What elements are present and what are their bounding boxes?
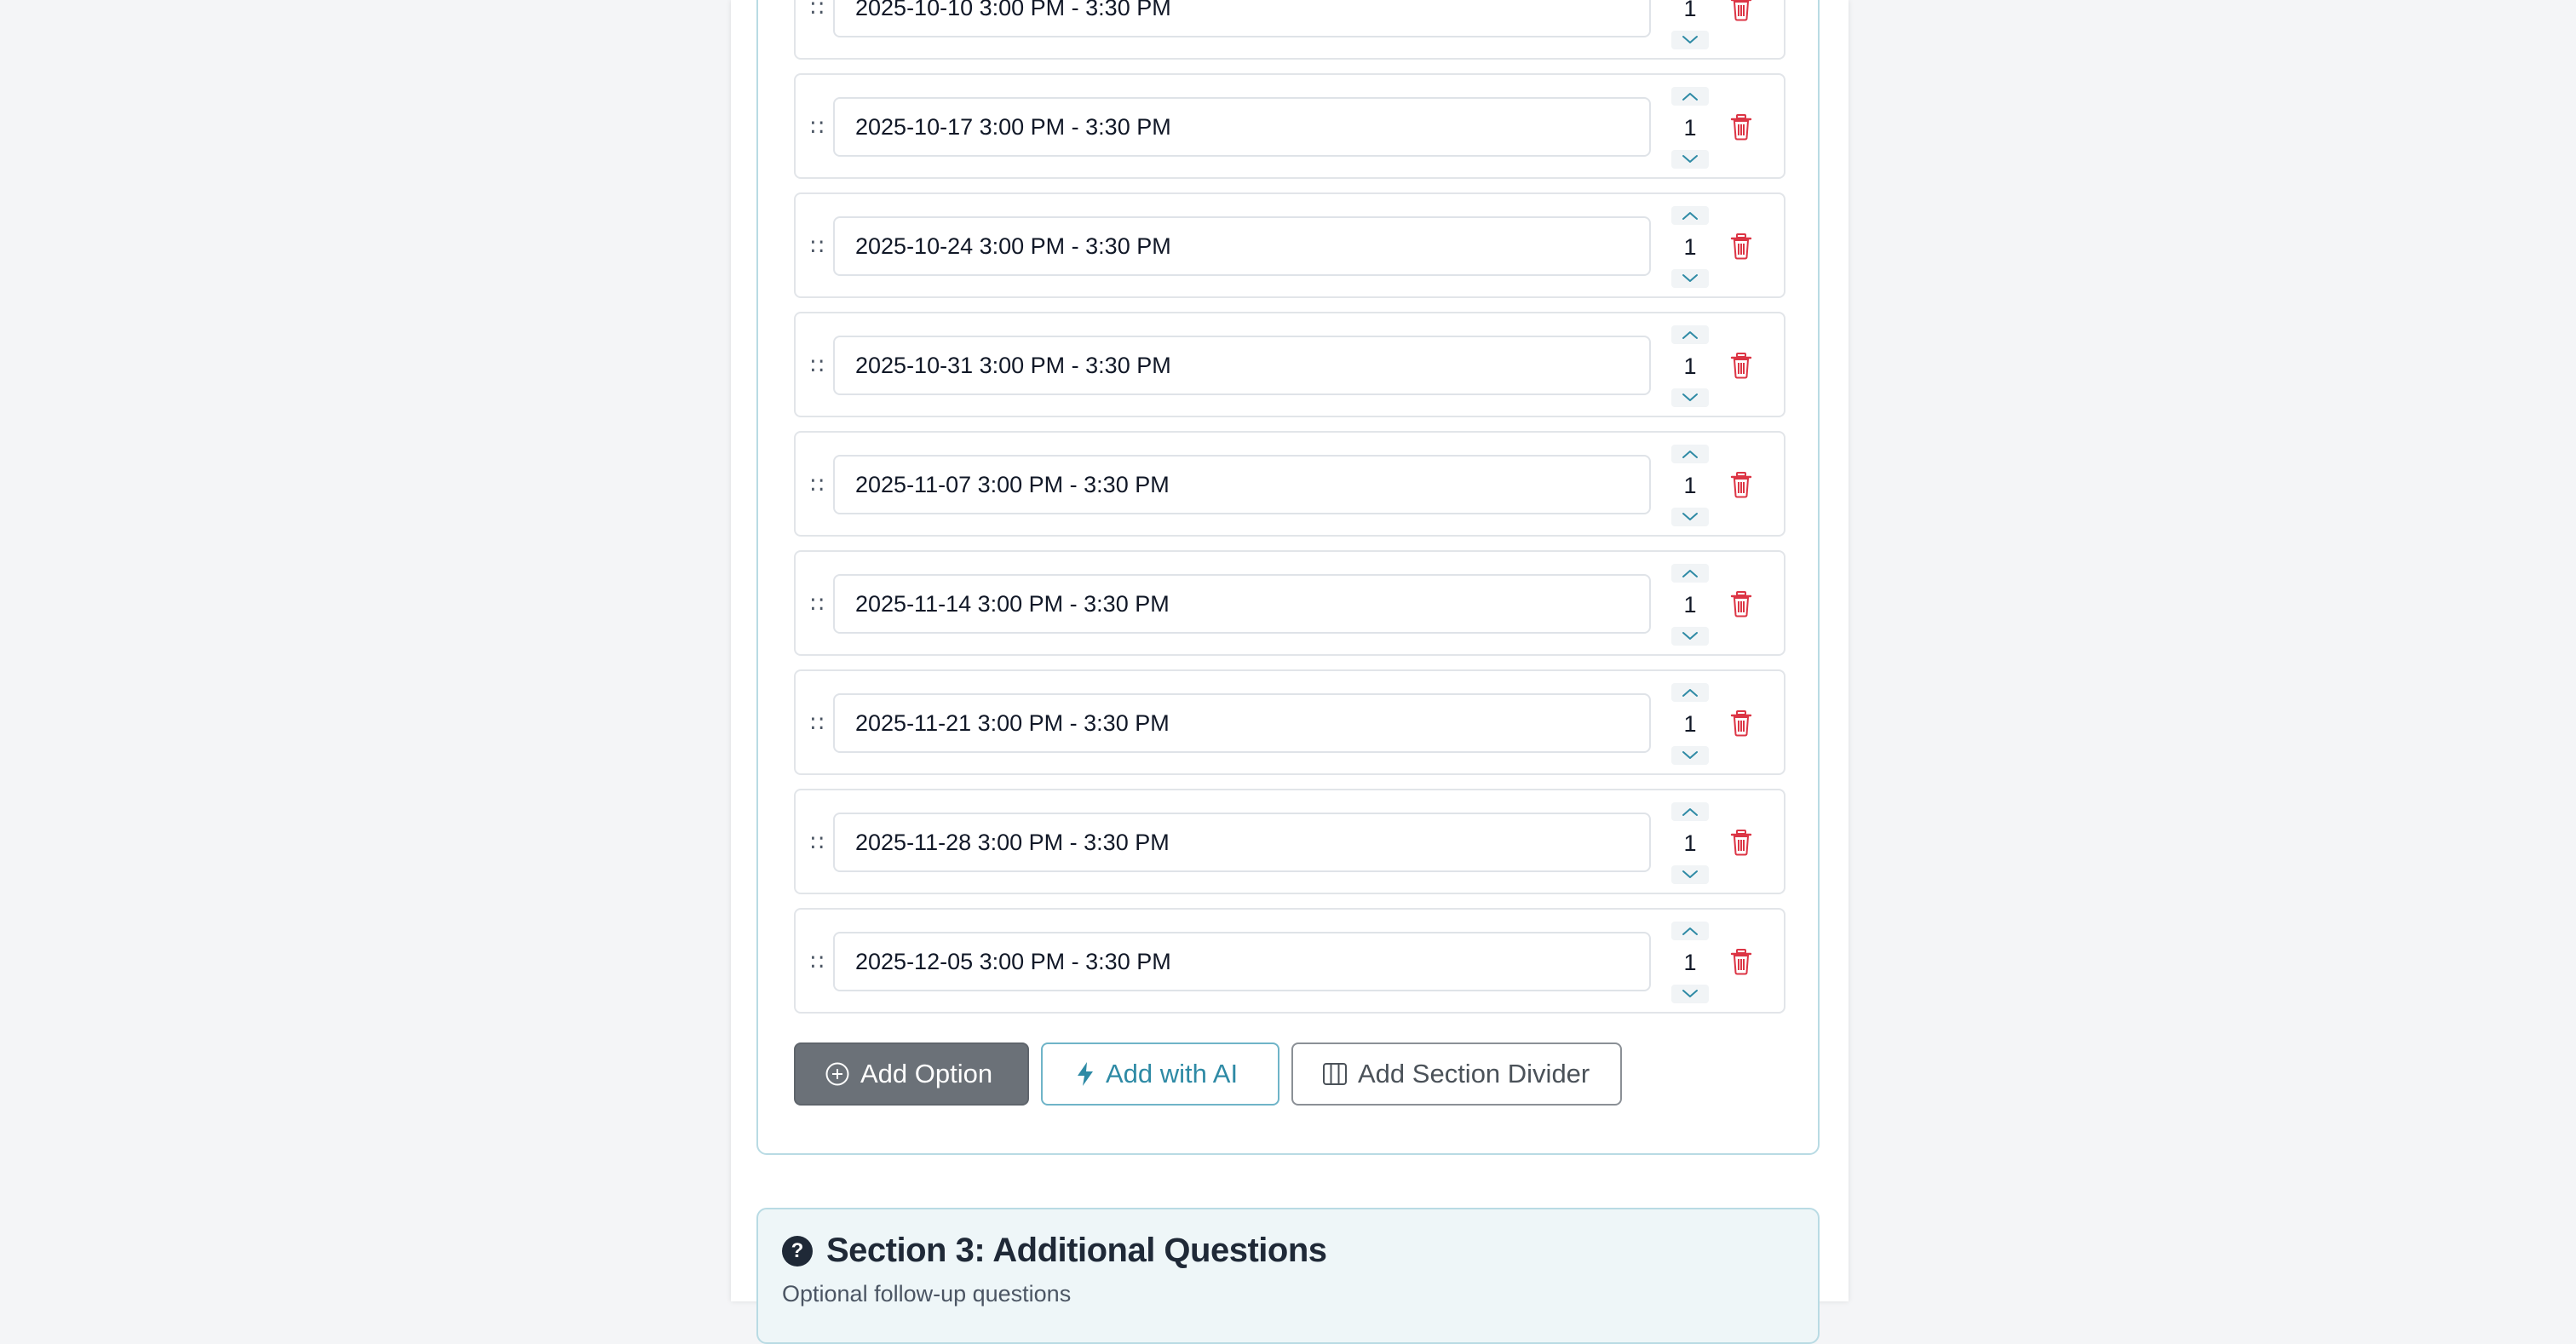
- trash-icon[interactable]: [1728, 709, 1755, 738]
- option-text-input[interactable]: [833, 813, 1651, 872]
- chevron-down-icon[interactable]: [1671, 388, 1709, 407]
- option-text-input[interactable]: [833, 97, 1651, 157]
- lightning-icon: [1075, 1060, 1095, 1088]
- form-page: ::1::1::1::1::1::1::1::1::1 Add Option A…: [731, 0, 1849, 1344]
- chevron-up-icon[interactable]: [1671, 564, 1709, 583]
- option-count-stepper: 1: [1671, 802, 1709, 884]
- option-count-value[interactable]: 1: [1671, 704, 1709, 744]
- plus-circle-icon: [825, 1061, 850, 1087]
- chevron-up-icon[interactable]: [1671, 683, 1709, 702]
- chevron-up-icon[interactable]: [1671, 87, 1709, 106]
- option-count-value[interactable]: 1: [1671, 584, 1709, 625]
- trash-icon[interactable]: [1728, 351, 1755, 380]
- option-count-stepper: 1: [1671, 445, 1709, 526]
- drag-handle-icon[interactable]: ::: [809, 433, 826, 535]
- option-count-stepper: 1: [1671, 206, 1709, 288]
- trash-icon[interactable]: [1728, 589, 1755, 618]
- trash-icon[interactable]: [1728, 947, 1755, 976]
- option-text-input[interactable]: [833, 693, 1651, 753]
- trash-icon[interactable]: [1728, 112, 1755, 141]
- add-section-divider-button[interactable]: Add Section Divider: [1291, 1042, 1622, 1106]
- option-count-value[interactable]: 1: [1671, 227, 1709, 267]
- option-count-stepper: 1: [1671, 564, 1709, 646]
- option-text-input[interactable]: [833, 336, 1651, 395]
- add-option-button[interactable]: Add Option: [794, 1042, 1029, 1106]
- option-count-stepper: 1: [1671, 87, 1709, 169]
- option-row: ::1: [794, 908, 1785, 1014]
- add-section-divider-label: Add Section Divider: [1358, 1059, 1590, 1088]
- section-3-title-row: ? Section 3: Additional Questions: [782, 1232, 1327, 1270]
- option-count-stepper: 1: [1671, 922, 1709, 1003]
- option-row: ::1: [794, 669, 1785, 775]
- option-text-input[interactable]: [833, 574, 1651, 634]
- drag-handle-icon[interactable]: ::: [809, 552, 826, 654]
- add-with-ai-label: Add with AI: [1106, 1059, 1239, 1088]
- option-count-value[interactable]: 1: [1671, 0, 1709, 29]
- option-row: ::1: [794, 550, 1785, 656]
- option-row: ::1: [794, 73, 1785, 179]
- columns-icon: [1322, 1061, 1348, 1087]
- drag-handle-icon[interactable]: ::: [809, 0, 826, 58]
- option-text-input[interactable]: [833, 455, 1651, 514]
- section-3-header: ? Section 3: Additional Questions Option…: [756, 1208, 1820, 1344]
- trash-icon[interactable]: [1728, 0, 1755, 22]
- option-count-stepper: 1: [1671, 0, 1709, 49]
- option-row: ::1: [794, 0, 1785, 60]
- add-option-label: Add Option: [860, 1059, 993, 1088]
- chevron-up-icon[interactable]: [1671, 206, 1709, 225]
- chevron-up-icon[interactable]: [1671, 445, 1709, 463]
- chevron-down-icon[interactable]: [1671, 31, 1709, 49]
- drag-handle-icon[interactable]: ::: [809, 75, 826, 177]
- option-count-value[interactable]: 1: [1671, 823, 1709, 864]
- option-row: ::1: [794, 789, 1785, 894]
- chevron-down-icon[interactable]: [1671, 627, 1709, 646]
- drag-handle-icon[interactable]: ::: [809, 313, 826, 416]
- option-text-input[interactable]: [833, 216, 1651, 276]
- option-count-value[interactable]: 1: [1671, 942, 1709, 983]
- option-row: ::1: [794, 312, 1785, 417]
- chevron-up-icon[interactable]: [1671, 802, 1709, 821]
- chevron-down-icon[interactable]: [1671, 269, 1709, 288]
- option-count-value[interactable]: 1: [1671, 465, 1709, 506]
- chevron-down-icon[interactable]: [1671, 150, 1709, 169]
- chevron-up-icon[interactable]: [1671, 922, 1709, 940]
- option-text-input[interactable]: [833, 0, 1651, 37]
- drag-handle-icon[interactable]: ::: [809, 790, 826, 893]
- option-text-input[interactable]: [833, 932, 1651, 991]
- drag-handle-icon[interactable]: ::: [809, 671, 826, 773]
- chevron-down-icon[interactable]: [1671, 865, 1709, 884]
- option-count-stepper: 1: [1671, 683, 1709, 765]
- drag-handle-icon[interactable]: ::: [809, 194, 826, 296]
- chevron-down-icon[interactable]: [1671, 746, 1709, 765]
- option-count-value[interactable]: 1: [1671, 346, 1709, 387]
- trash-icon[interactable]: [1728, 470, 1755, 499]
- chevron-down-icon[interactable]: [1671, 985, 1709, 1003]
- section-3-subtitle: Optional follow-up questions: [782, 1281, 1072, 1307]
- trash-icon[interactable]: [1728, 232, 1755, 261]
- trash-icon[interactable]: [1728, 828, 1755, 857]
- drag-handle-icon[interactable]: ::: [809, 910, 826, 1012]
- option-count-stepper: 1: [1671, 325, 1709, 407]
- option-count-value[interactable]: 1: [1671, 107, 1709, 148]
- option-row: ::1: [794, 431, 1785, 537]
- add-with-ai-button[interactable]: Add with AI: [1041, 1042, 1279, 1106]
- chevron-up-icon[interactable]: [1671, 325, 1709, 344]
- section-3-title: Section 3: Additional Questions: [826, 1232, 1327, 1269]
- question-circle-icon: ?: [782, 1235, 813, 1266]
- option-row: ::1: [794, 192, 1785, 298]
- chevron-down-icon[interactable]: [1671, 508, 1709, 526]
